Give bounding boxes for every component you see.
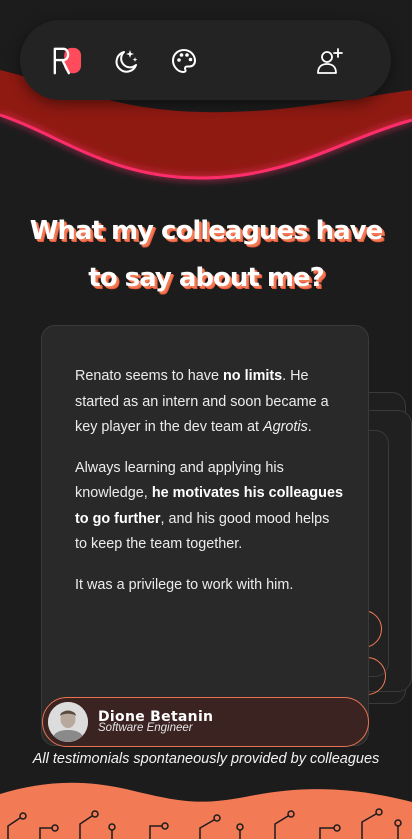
logo[interactable] xyxy=(52,46,82,76)
testimonial-text: Renato seems to have no limits. He start… xyxy=(75,364,343,613)
page: What my colleagues have to say about me?… xyxy=(0,0,412,839)
add-user-icon xyxy=(317,48,343,74)
bottom-wave-decoration xyxy=(0,782,412,839)
testimonial-author: Dione Betanin Software Engineer xyxy=(42,697,369,747)
add-contact-button[interactable] xyxy=(315,46,345,76)
moon-stars-icon xyxy=(115,50,138,73)
testimonial-paragraph: It was a privilege to work with him. xyxy=(75,576,294,593)
heading-line-2: to say about me? xyxy=(88,263,324,293)
section-heading: What my colleagues have to say about me? xyxy=(0,208,412,302)
theme-toggle-button[interactable] xyxy=(112,46,142,76)
palette-button[interactable] xyxy=(169,46,199,76)
heading-line-1: What my colleagues have xyxy=(29,216,384,246)
testimonials-footnote: All testimonials spontaneously provided … xyxy=(32,751,380,767)
testimonial-paragraph: Always learning and applying his knowled… xyxy=(75,459,343,553)
navbar xyxy=(20,20,391,100)
palette-icon xyxy=(172,49,196,73)
testimonial-card[interactable]: Renato seems to have no limits. He start… xyxy=(41,325,369,746)
author-role: Software Engineer xyxy=(98,722,193,734)
avatar xyxy=(48,702,88,742)
rb-logo-icon xyxy=(53,47,82,75)
testimonial-paragraph: Renato seems to have no limits. He start… xyxy=(75,368,329,435)
